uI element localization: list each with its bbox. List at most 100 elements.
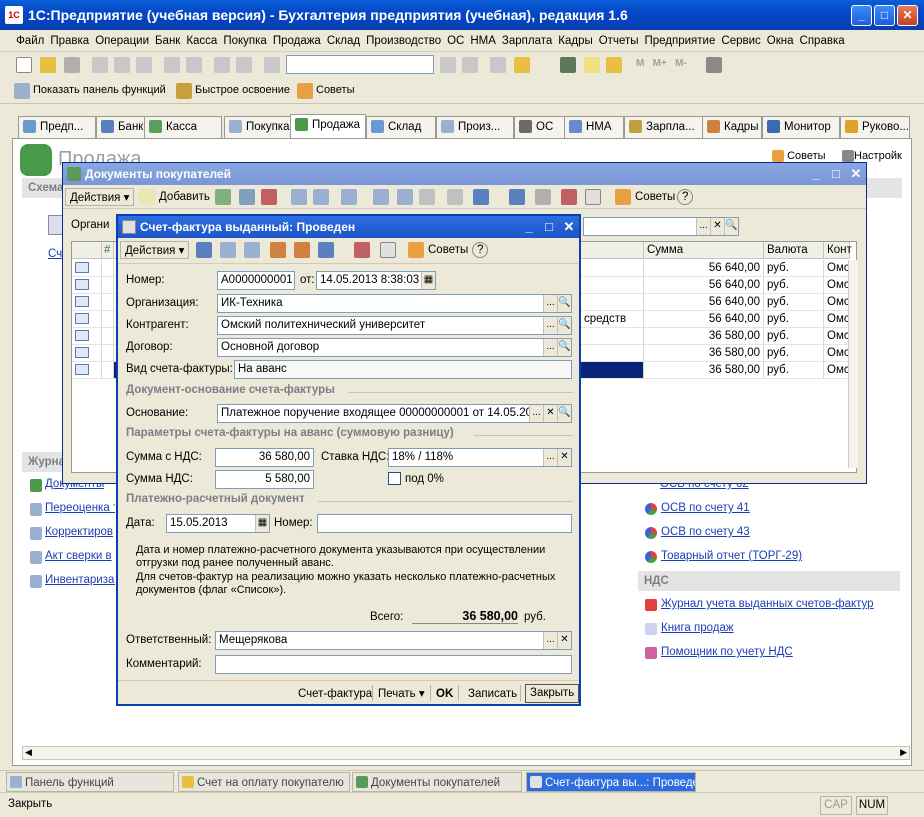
goto-icon[interactable] xyxy=(291,189,307,205)
refresh-icon[interactable] xyxy=(509,189,525,205)
menu-item[interactable]: Справка xyxy=(797,30,848,52)
menu-item[interactable]: Банк xyxy=(152,30,183,52)
calendar-icon[interactable] xyxy=(584,57,600,73)
menu-item[interactable]: Зарплата xyxy=(499,30,555,52)
windows-icon[interactable] xyxy=(490,57,506,73)
print-list-icon[interactable] xyxy=(535,189,551,205)
under0-checkbox[interactable] xyxy=(388,472,401,485)
menu-item[interactable]: Производство xyxy=(363,30,444,52)
filter-list-icon[interactable] xyxy=(419,189,435,205)
menu-item[interactable]: ОС xyxy=(444,30,467,52)
edit-icon[interactable] xyxy=(239,189,255,205)
filter-value-icon[interactable] xyxy=(397,189,413,205)
sum-nds-field[interactable]: 36 580,00 xyxy=(215,448,314,467)
print-icon[interactable] xyxy=(164,57,180,73)
nds-link[interactable]: Книга продаж xyxy=(661,622,734,634)
contract-field[interactable]: Основной договор ... 🔍 xyxy=(217,338,572,357)
org-field[interactable]: ИК-Техника ... 🔍 xyxy=(217,294,572,313)
memory-buttons[interactable]: M M+ M- xyxy=(636,58,687,69)
delete-icon[interactable] xyxy=(261,189,277,205)
tab-12[interactable]: Руково... xyxy=(840,116,910,138)
panel-scrollbar[interactable]: ◀ ▶ xyxy=(22,746,910,760)
journal-link[interactable]: Переоценка т xyxy=(45,502,115,514)
rate-field[interactable]: 18% / 118% ... ✕ xyxy=(388,448,572,467)
tab-11[interactable]: Монитор xyxy=(762,116,840,138)
nds-link[interactable]: Помощник по учету НДС xyxy=(661,646,793,658)
show-panel-button[interactable]: Показать панель функций xyxy=(33,84,166,96)
basis-select-button[interactable]: ... xyxy=(529,405,543,422)
documents-maximize-button[interactable]: □ xyxy=(826,163,846,185)
contragent-field[interactable]: Омский политехнический университет ... 🔍 xyxy=(217,316,572,335)
journal-link[interactable]: Инвентаризац xyxy=(45,574,115,586)
report-link[interactable]: Товарный отчет (ТОРГ-29) xyxy=(661,550,802,562)
save-icon[interactable] xyxy=(64,57,80,73)
favorites-icon[interactable] xyxy=(514,57,530,73)
filter-icon[interactable] xyxy=(373,189,389,205)
quick-learn-button[interactable]: Быстрое освоение xyxy=(195,84,290,96)
invoice-save-button[interactable]: Записать xyxy=(468,684,517,704)
responsible-clear-button[interactable]: ✕ xyxy=(557,632,571,649)
scheme-link[interactable]: Сч xyxy=(48,248,62,260)
number-field[interactable]: А0000000001 xyxy=(217,271,295,290)
menu-item[interactable]: Отчеты xyxy=(596,30,642,52)
responsible-field[interactable]: Мещерякова ... ✕ xyxy=(215,631,572,650)
dt-kt-icon[interactable] xyxy=(561,189,577,205)
tips-button[interactable]: Советы xyxy=(316,84,354,96)
pay-number-field[interactable] xyxy=(317,514,572,533)
rate-select-button[interactable]: ... xyxy=(543,449,557,466)
invoice-based-on-icon[interactable] xyxy=(318,242,334,258)
copy-doc-icon[interactable] xyxy=(215,189,231,205)
documents-tips-button[interactable]: Советы xyxy=(631,188,679,206)
documents-window-title-bar[interactable]: Документы покупателей _ □ ✕ xyxy=(63,163,866,185)
invoice-close-button[interactable]: ✕ xyxy=(559,216,579,238)
invoice-report-icon[interactable] xyxy=(380,242,396,258)
invoice-print-menu[interactable]: Печать ▾ xyxy=(378,684,425,704)
close-button[interactable]: ✕ xyxy=(897,5,918,26)
documents-actions-menu[interactable]: Действия ▾ xyxy=(65,188,135,206)
panel-settings-link[interactable]: Настройк xyxy=(842,150,902,163)
nds-field[interactable]: 5 580,00 xyxy=(215,470,314,489)
type-field[interactable]: На аванс xyxy=(234,360,572,379)
nds-link[interactable]: Журнал учета выданных счетов-фактур xyxy=(661,598,874,610)
paste-icon[interactable] xyxy=(136,57,152,73)
tab-3[interactable]: Покупка xyxy=(224,116,294,138)
invoice-actions-menu[interactable]: Действия ▾ xyxy=(120,241,190,259)
tab-10[interactable]: Кадры xyxy=(702,116,762,138)
grid-header-currency[interactable]: Валюта xyxy=(764,242,824,259)
undo-icon[interactable] xyxy=(214,57,230,73)
preview-icon[interactable] xyxy=(186,57,202,73)
invoice-ok-button[interactable]: OK xyxy=(436,684,453,704)
invoice-print-form-button[interactable]: Счет-фактура xyxy=(298,684,372,704)
comment-field[interactable] xyxy=(215,655,572,674)
contragent-open-icon[interactable]: 🔍 xyxy=(557,317,571,334)
hint-icon[interactable] xyxy=(606,57,622,73)
journal-link[interactable]: Акт сверки в xyxy=(45,550,112,562)
calculator-icon[interactable] xyxy=(560,57,576,73)
taskbar-item[interactable]: Счет на оплату покупателю xyxy=(178,772,350,792)
open-icon[interactable] xyxy=(40,57,56,73)
tab-6[interactable]: Произ... xyxy=(436,116,514,138)
contract-open-icon[interactable]: 🔍 xyxy=(557,339,571,356)
datetime-field[interactable]: 14.05.2013 8:38:03 ▦ xyxy=(316,271,436,290)
basis-clear-button[interactable]: ✕ xyxy=(543,405,557,422)
move-icon[interactable] xyxy=(244,242,260,258)
tab-0[interactable]: Предп... xyxy=(18,116,96,138)
post-icon[interactable] xyxy=(196,242,212,258)
menu-item[interactable]: Сервис xyxy=(718,30,763,52)
maximize-button[interactable]: □ xyxy=(874,5,895,26)
documents-close-button[interactable]: ✕ xyxy=(846,163,866,185)
report-icon[interactable] xyxy=(585,189,601,205)
menu-item[interactable]: Окна xyxy=(764,30,797,52)
new-document-icon[interactable] xyxy=(16,57,32,73)
filter-off-icon[interactable] xyxy=(447,189,463,205)
basis-open-icon[interactable]: 🔍 xyxy=(557,405,571,422)
report-link[interactable]: ОСВ по счету 43 xyxy=(661,526,750,538)
cut-icon[interactable] xyxy=(92,57,108,73)
invoice-dt-kt-icon[interactable] xyxy=(354,242,370,258)
menu-item[interactable]: Файл xyxy=(13,30,47,52)
contract-select-button[interactable]: ... xyxy=(543,339,557,356)
scroll-right-icon[interactable]: ▶ xyxy=(900,747,907,758)
grid-header-counterparty[interactable]: Конт xyxy=(824,242,852,259)
invoice-minimize-button[interactable]: _ xyxy=(519,216,539,238)
menu-item[interactable]: Операции xyxy=(92,30,152,52)
